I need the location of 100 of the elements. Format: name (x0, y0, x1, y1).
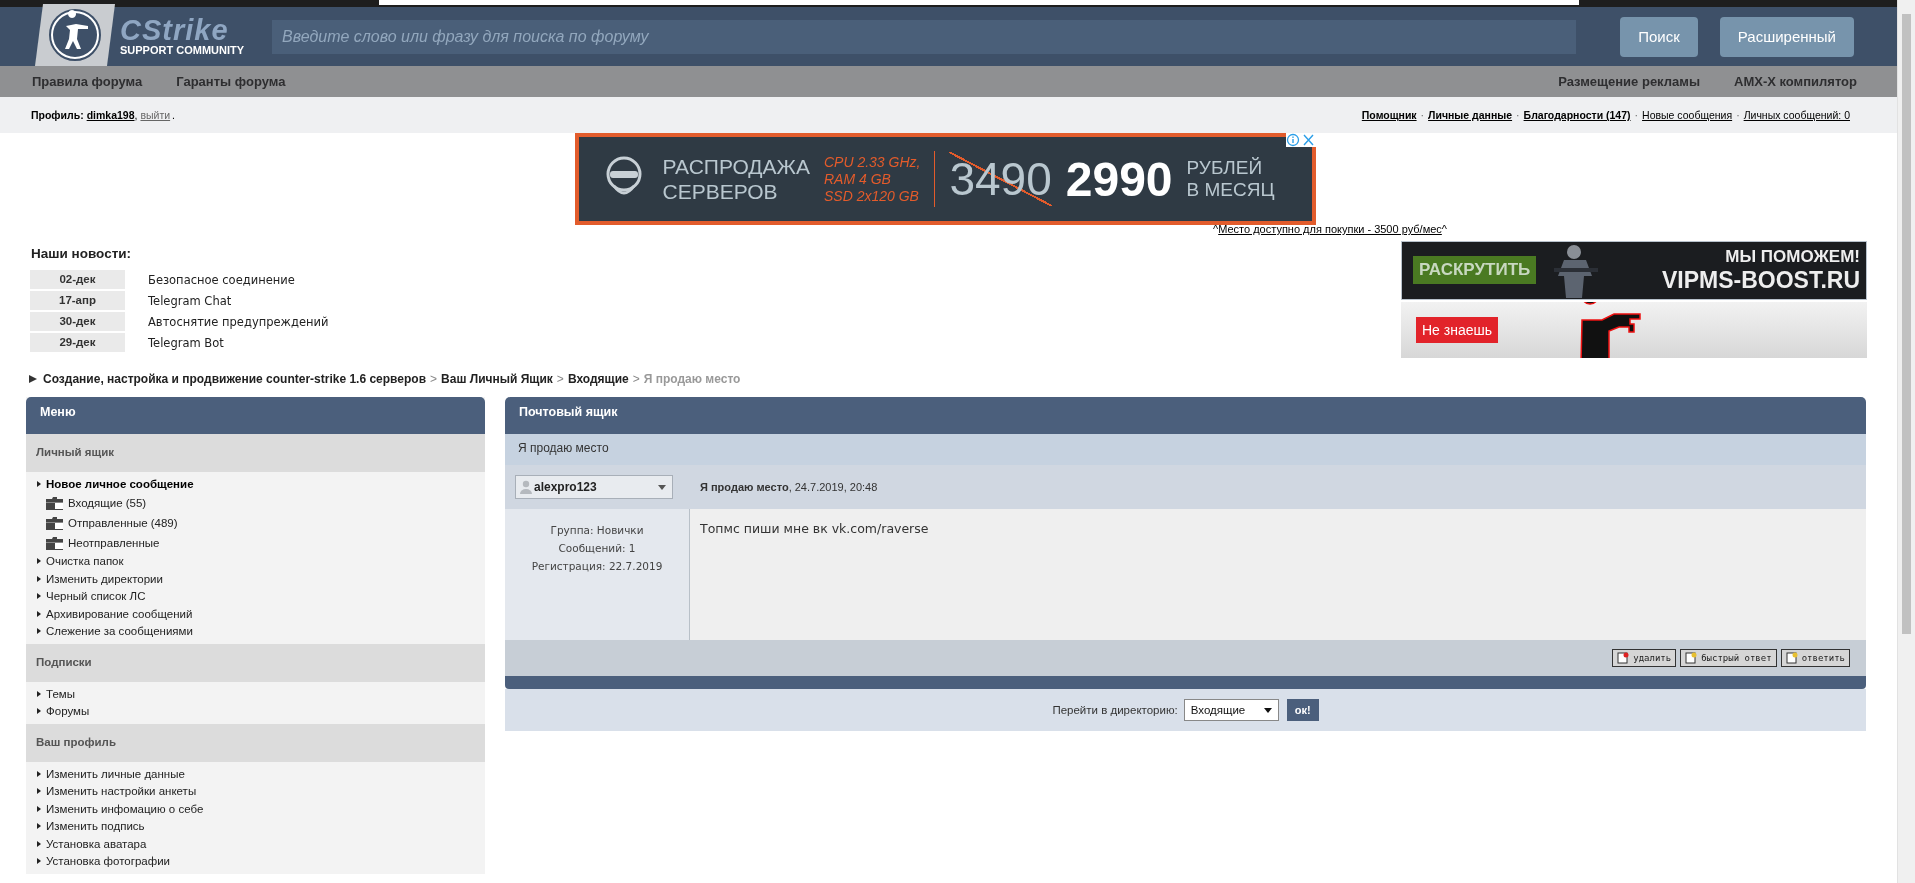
bullet-icon (37, 628, 41, 635)
folder-icon (46, 495, 63, 510)
news-link[interactable]: Автоснятие предупреждений (148, 314, 329, 329)
new-price: 2990 (1065, 151, 1173, 207)
news-date: 17-апр (30, 291, 125, 310)
menu-link[interactable]: Установка аватара (46, 837, 147, 850)
quick-reply-button[interactable]: быстрый ответ (1680, 649, 1777, 667)
menu-link[interactable]: Изменить личные данные (46, 767, 185, 780)
panel-title: Меню (26, 397, 485, 434)
bullet-icon (37, 690, 41, 697)
message-text: Топмс пиши мне вк vk.com/raverse (700, 521, 929, 536)
breadcrumb-link[interactable]: Создание, настройка и продвижение counter-strike 1.6 серверов (43, 372, 427, 386)
menu-link[interactable]: Темы (46, 687, 75, 700)
menu-link[interactable]: Изменить инфомацию о себе (46, 802, 204, 815)
scrollbar-thumb[interactable] (1902, 14, 1911, 634)
bullet-icon (37, 840, 41, 847)
search-field[interactable]: Введите слово или фразу для поиска по форуму (272, 19, 1577, 54)
section-title: Ваш профиль (26, 724, 485, 762)
menu-link[interactable]: Неотправленные (68, 536, 160, 549)
menu-link[interactable]: Входящие (55) (68, 496, 147, 509)
document-icon (1617, 652, 1630, 664)
breadcrumb-separator: > (556, 372, 564, 386)
nav-link[interactable]: Гаранты форума (176, 74, 286, 89)
price-unit: РУБЛЕЙ В МЕСЯЦ (1186, 157, 1275, 201)
triangle-icon (29, 375, 37, 383)
menu-link[interactable]: Изменить настройки анкеты (46, 785, 197, 798)
comma: , (134, 109, 138, 121)
separator: · (1634, 109, 1639, 121)
news-link[interactable]: Telegram Bot (148, 335, 224, 350)
bullet-icon (37, 610, 41, 617)
separator: · (1516, 109, 1520, 121)
ad-banner[interactable]: РАСКРУТИТЬ МЫ ПОМОЖЕМ! VIPMS-BOOST.RU (1401, 241, 1867, 300)
folder-select[interactable]: Входящие (1183, 699, 1279, 721)
ad-slogan: МЫ ПОМОЖЕМ! VIPMS-BOOST.RU (1661, 246, 1860, 294)
scrollbar[interactable] (1897, 0, 1915, 883)
breadcrumb-separator: > (430, 372, 438, 386)
breadcrumb-link[interactable]: Входящие (567, 372, 629, 386)
menu-link[interactable]: Слежение за сообщениями (46, 625, 193, 638)
author-info: Сообщений: 1 (557, 541, 637, 556)
author-info: Регистрация: 22.7.2019 (530, 559, 664, 574)
section-title: Личный ящик (26, 434, 485, 472)
profile-link[interactable]: Личных сообщений: 0 (1743, 109, 1850, 121)
caret-icon (1263, 707, 1272, 713)
logo-subtitle: SUPPORT COMMUNITY (120, 44, 246, 57)
nav-link[interactable]: Правила форума (32, 74, 143, 89)
ad-title: РАСПРОДАЖА СЕРВЕРОВ (662, 154, 810, 204)
menu-link[interactable]: Новое личное сообщение (46, 477, 194, 490)
bullet-icon (37, 770, 41, 777)
profile-label: Профиль: (31, 109, 84, 121)
news-date: 30-дек (30, 312, 125, 331)
period: . (172, 109, 176, 121)
bullet-icon (37, 788, 41, 795)
reply-button[interactable]: ответить (1780, 649, 1850, 667)
news-date: 29-дек (30, 333, 125, 352)
go-button[interactable]: ок! (1286, 699, 1319, 721)
profile-link[interactable]: Новые сообщения (1642, 109, 1733, 121)
breadcrumb-link[interactable]: Ваш Личный Ящик (441, 372, 553, 386)
bullet-icon (37, 823, 41, 830)
news-date: 02-дек (30, 270, 125, 289)
menu-link[interactable]: Форумы (46, 705, 90, 718)
profile-link[interactable]: Помощник (1361, 109, 1417, 121)
post-header: Я продаю место, 24.7.2019, 20:48 (700, 481, 878, 493)
nav-link[interactable]: AMX-X компилятор (1734, 74, 1857, 89)
profile-link[interactable]: Личные данные (1428, 109, 1513, 121)
menu-link[interactable]: Очистка папок (46, 555, 124, 568)
author-dropdown[interactable]: alexpro123 (515, 475, 673, 499)
logo-badge-icon[interactable] (35, 4, 115, 66)
ad-note: ^Место доступно для покупки - 3500 руб/мес^ (1213, 223, 1447, 237)
menu-link[interactable]: Отправленные (489) (68, 516, 178, 529)
menu-link[interactable]: Архивирование сообщений (46, 607, 193, 620)
breadcrumb-current: Я продаю место (643, 372, 741, 386)
user-icon (520, 480, 532, 494)
bullet-icon (37, 575, 41, 582)
section-title: Подписки (26, 644, 485, 682)
breadcrumb-separator: > (632, 372, 640, 386)
news-heading: Наши новости: (30, 246, 133, 261)
bullet-icon (37, 558, 41, 565)
username-link[interactable]: dimka198 (86, 109, 135, 121)
bullet-icon (37, 858, 41, 865)
delete-button[interactable]: удалить (1612, 649, 1677, 667)
caret-icon (658, 484, 666, 490)
bullet-icon (37, 593, 41, 600)
subject-bar: Я продаю место (505, 434, 1866, 465)
menu-link[interactable]: Изменить подпись (46, 820, 145, 833)
menu-link[interactable]: Изменить директории (46, 572, 163, 585)
ad-specs: CPU 2.33 GHz, RAM 4 GB SSD 2x120 GB (823, 153, 921, 205)
bullet-icon (37, 805, 41, 812)
profile-link[interactable]: Благодарности (147) (1523, 109, 1631, 121)
ad-link[interactable]: Место доступно для покупки - 3500 руб/мес (1218, 223, 1442, 235)
news-link[interactable]: Безопасное соединение (148, 272, 295, 287)
panel-title: Почтовый ящик (505, 397, 1866, 434)
ad-button: РАСКРУТИТЬ (1413, 256, 1537, 285)
menu-link[interactable]: Черный список ЛС (46, 590, 146, 603)
ad-info-icon[interactable] (1285, 133, 1316, 147)
ad-banner[interactable]: Не знаешь (1401, 301, 1867, 358)
folder-icon (46, 515, 63, 530)
menu-link[interactable]: Установка фотографии (46, 855, 170, 868)
logout-link[interactable]: выйти (140, 109, 171, 121)
news-link[interactable]: Telegram Chat (148, 293, 232, 308)
nav-link[interactable]: Размещение рекламы (1558, 74, 1700, 89)
